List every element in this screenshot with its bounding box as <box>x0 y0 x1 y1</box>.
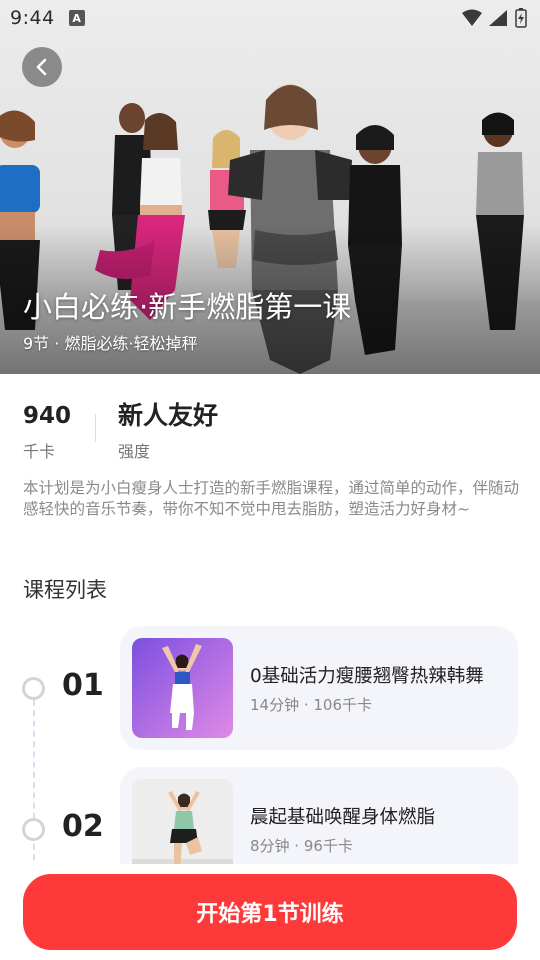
lesson-meta: 8分钟 · 96千卡 <box>250 837 353 855</box>
lesson-dot <box>22 677 45 700</box>
hero-banner: 9:44 A 小白必练·新手燃脂第一课 9节 · 燃脂必练·轻松掉秤 <box>0 0 540 374</box>
calories-stat: 940 千卡 <box>23 402 71 462</box>
start-training-button[interactable]: 开始第1节训练 <box>23 874 517 950</box>
intensity-stat: 新人友好 强度 <box>118 402 218 462</box>
lesson-name: 晨起基础唤醒身体燃脂 <box>250 807 436 828</box>
lesson-number: 02 <box>62 809 104 844</box>
calories-value: 940 <box>23 403 72 429</box>
lesson-list-title: 课程列表 <box>23 578 107 602</box>
chevron-left-icon <box>36 58 47 76</box>
intensity-value: 新人友好 <box>118 401 219 430</box>
course-stats: 940 千卡 新人友好 强度 <box>23 402 218 462</box>
lesson-meta: 14分钟 · 106千卡 <box>250 696 373 714</box>
lesson-number: 01 <box>62 668 104 703</box>
status-bar: 9:44 A <box>0 0 540 36</box>
lesson-thumbnail <box>132 638 233 738</box>
back-button[interactable] <box>22 47 62 87</box>
wifi-icon <box>462 9 482 26</box>
lesson-name: 0基础活力瘦腰翘臀热辣韩舞 <box>250 666 484 687</box>
course-title: 小白必练·新手燃脂第一课 <box>23 290 352 324</box>
lesson-dot <box>22 818 45 841</box>
status-time: 9:44 <box>10 7 55 29</box>
course-description: 本计划是为小白瘦身人士打造的新手燃脂课程，通过简单的动作，伴随动感轻快的音乐节奏… <box>23 479 520 518</box>
cell-signal-icon <box>489 10 507 26</box>
intensity-label: 强度 <box>118 442 151 461</box>
stats-divider <box>95 414 97 442</box>
battery-icon <box>515 8 527 28</box>
course-subtitle: 9节 · 燃脂必练·轻松掉秤 <box>23 334 198 353</box>
notification-icon: A <box>68 10 85 26</box>
lesson-card[interactable]: 0基础活力瘦腰翘臀热辣韩舞 14分钟 · 106千卡 <box>120 626 518 750</box>
calories-label: 千卡 <box>23 442 56 461</box>
